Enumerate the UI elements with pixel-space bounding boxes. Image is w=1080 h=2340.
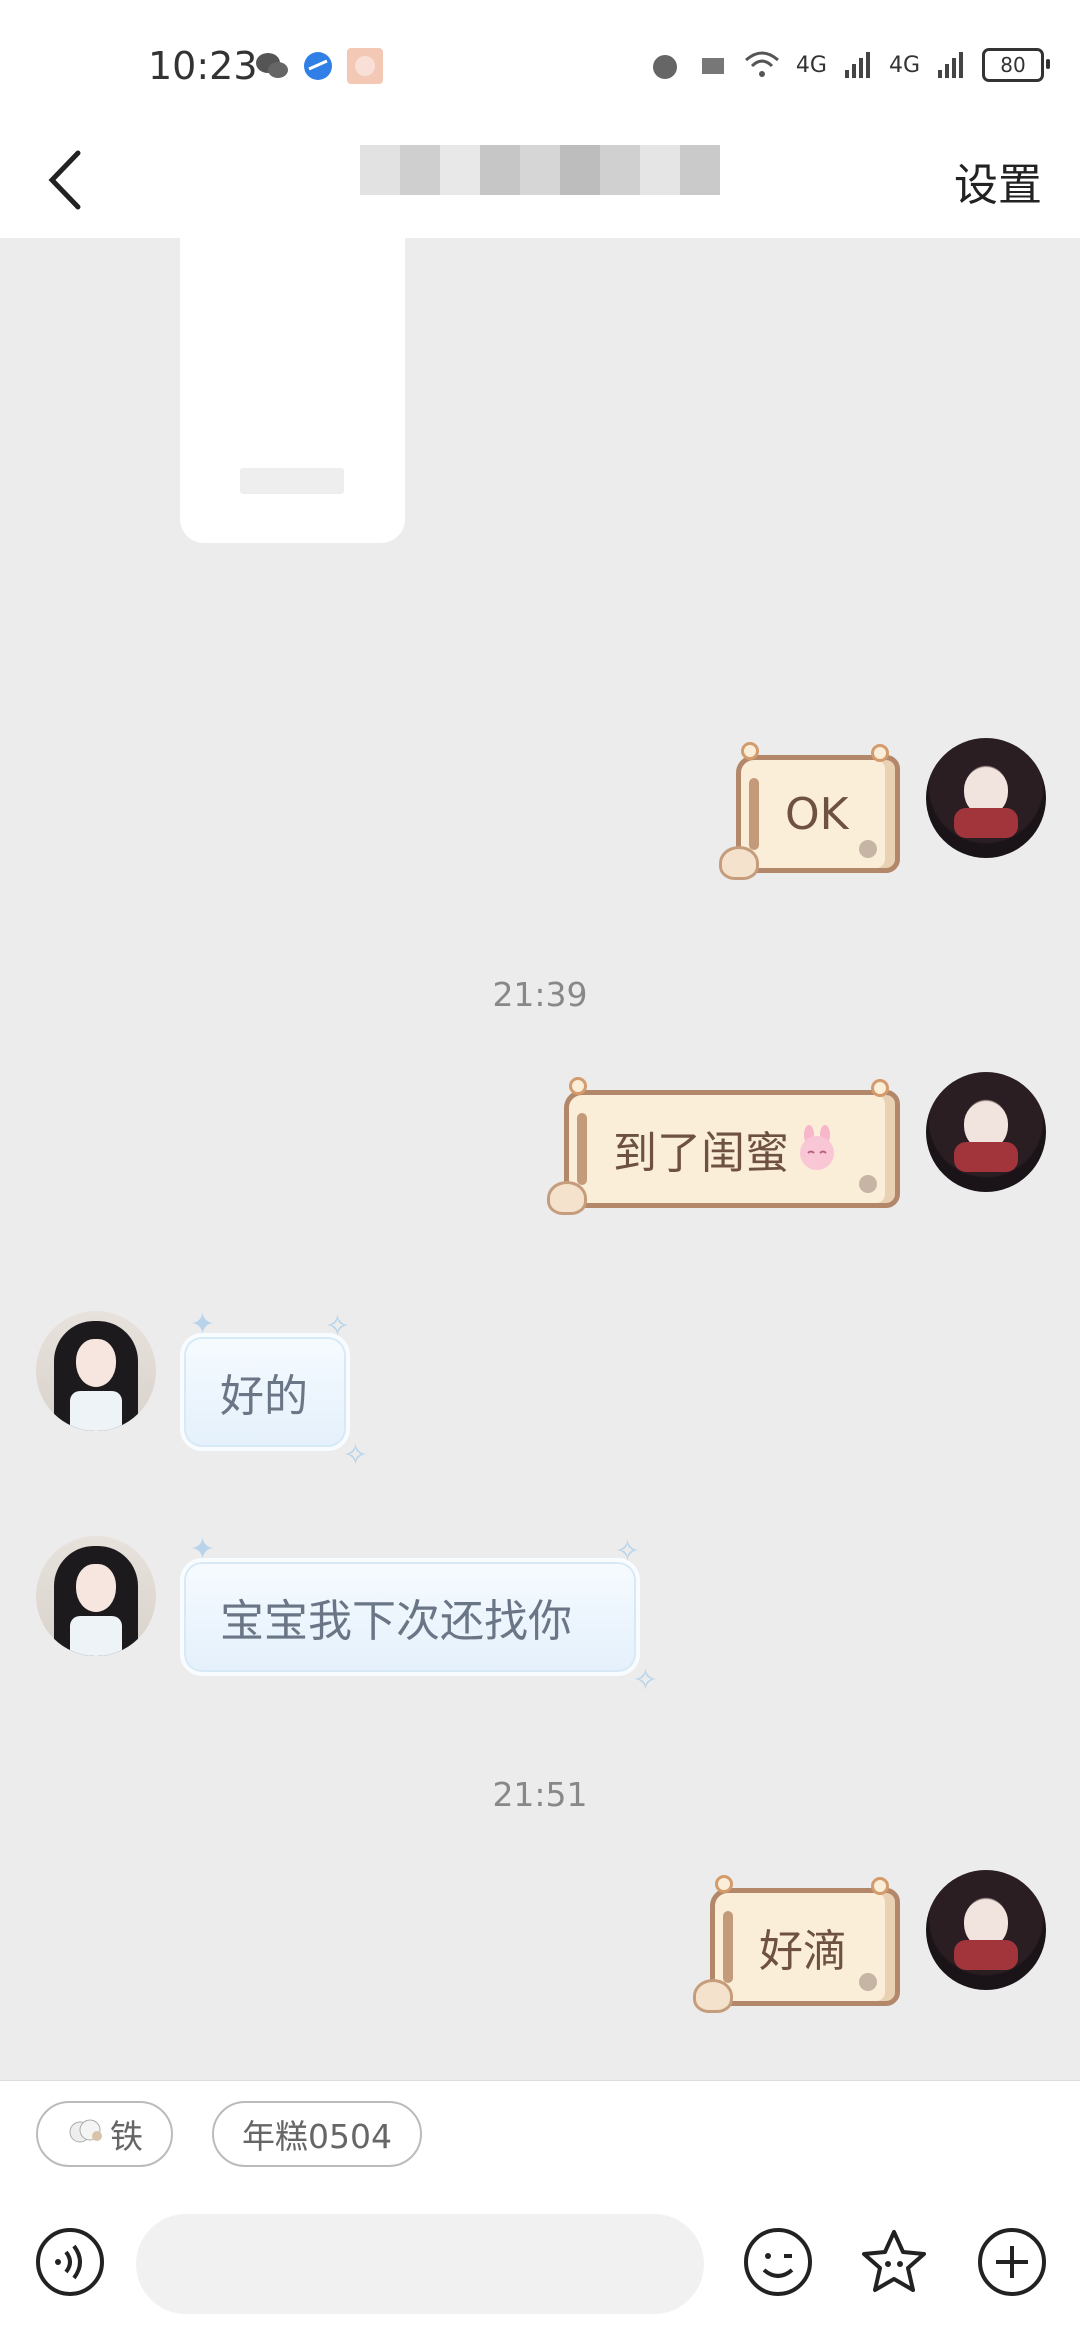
sheep-icon <box>69 2119 102 2143</box>
message-bubble-self[interactable]: 好滴 <box>693 1875 900 2013</box>
status-time: 10:23 <box>148 44 258 88</box>
message-input[interactable] <box>136 2214 704 2314</box>
message-bubble-peer[interactable]: ✦ ✧ ✧ 宝宝我下次还找你 <box>180 1532 658 1698</box>
wechat-icon <box>256 53 288 78</box>
avatar[interactable] <box>36 1536 156 1656</box>
message-text: 好的 <box>220 1371 308 1422</box>
avatar[interactable] <box>926 738 1046 858</box>
message-timestamp: 21:39 <box>492 975 588 1014</box>
chip-label: 铁 <box>110 2117 143 2156</box>
app-avatar-icon <box>347 48 383 84</box>
star-face-icon[interactable] <box>858 2226 930 2298</box>
message-bubble-peer[interactable]: ✦ ✧ ✧ 好的 <box>180 1307 368 1473</box>
voice-icon[interactable] <box>34 2226 106 2298</box>
browser-icon <box>304 52 332 80</box>
chip-contact-2[interactable]: 年糕0504 <box>212 2101 422 2167</box>
battery-indicator: 80 <box>982 48 1050 82</box>
status-right-icons: 4G 4G 80 <box>648 48 1050 82</box>
battery-level: 80 <box>1000 53 1026 77</box>
bunny-emoji-icon <box>800 1125 834 1170</box>
message-list[interactable]: OK 21:39 到了闺蜜 ✦ ✧ ✧ 好的 ✦ ✧ ✧ 宝宝我下次还找你 21:51 … <box>0 238 1080 2080</box>
quick-reply-bar: 铁 年糕0504 <box>0 2080 1080 2191</box>
input-bar <box>0 2190 1080 2340</box>
wifi-icon <box>744 51 779 77</box>
signal-icon <box>844 52 870 78</box>
message-text: 好滴 <box>759 1926 847 1977</box>
chip-label: 年糕0504 <box>242 2117 392 2156</box>
chat-title-obscured <box>360 145 720 205</box>
message-bubble-self[interactable]: 到了闺蜜 <box>547 1077 900 1215</box>
status-bar: 10:23 4G 4G 80 <box>0 0 1080 135</box>
settings-button[interactable]: 设置 <box>954 149 1042 213</box>
shared-card-message[interactable] <box>180 238 405 543</box>
chip-contact-1[interactable]: 铁 <box>36 2101 173 2167</box>
avatar[interactable] <box>36 1311 156 1431</box>
mute-icon <box>701 58 724 74</box>
network-label-2: 4G <box>888 52 920 78</box>
chat-header: 设置 <box>0 135 1080 238</box>
message-timestamp: 21:51 <box>492 1775 588 1814</box>
message-bubble-self[interactable]: OK <box>719 742 900 880</box>
avatar[interactable] <box>926 1870 1046 1990</box>
message-text: 宝宝我下次还找你 <box>220 1596 572 1647</box>
network-label-1: 4G <box>795 52 827 78</box>
smile-icon[interactable] <box>742 2226 814 2298</box>
chevron-left-icon[interactable] <box>38 145 108 215</box>
card-button[interactable] <box>240 468 344 494</box>
alarm-icon <box>652 55 677 79</box>
signal-icon <box>938 52 963 78</box>
avatar[interactable] <box>926 1072 1046 1192</box>
status-app-icons <box>255 48 383 84</box>
plus-icon[interactable] <box>976 2226 1048 2298</box>
message-text: 到了闺蜜 <box>613 1128 789 1179</box>
message-text: OK <box>785 788 849 840</box>
